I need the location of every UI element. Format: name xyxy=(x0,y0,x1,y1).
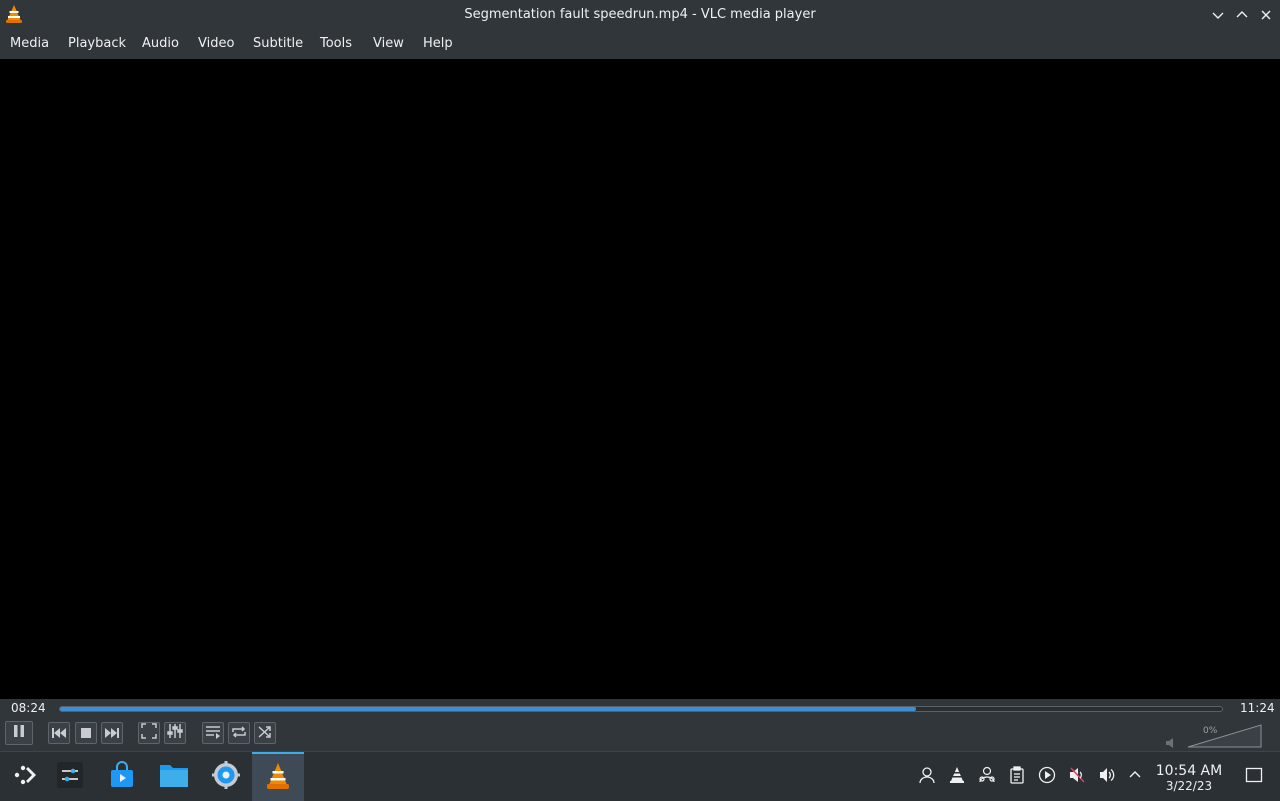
extended-settings-icon xyxy=(167,723,183,743)
menu-audio[interactable]: Audio xyxy=(142,29,179,59)
vlc-tray-icon[interactable] xyxy=(946,764,968,786)
volume-control[interactable]: 0% xyxy=(1165,723,1265,749)
taskbar-vlc[interactable] xyxy=(252,752,304,801)
file-manager-icon xyxy=(159,761,189,793)
minimize-icon[interactable] xyxy=(1208,5,1228,25)
stop-icon xyxy=(80,724,92,743)
expand-tray-icon[interactable] xyxy=(1124,764,1146,786)
player-controls: 08:24 11:24 xyxy=(0,699,1280,751)
maximize-icon[interactable] xyxy=(1232,5,1252,25)
fullscreen-icon xyxy=(141,723,157,743)
playlist-icon xyxy=(205,724,221,743)
clock-date[interactable]: 3/22/23 xyxy=(1150,779,1228,793)
next-icon xyxy=(104,724,120,743)
shuffle-button[interactable] xyxy=(254,722,276,744)
taskbar-file-manager[interactable] xyxy=(148,752,200,801)
volume-icon[interactable] xyxy=(1096,764,1118,786)
stop-button[interactable] xyxy=(75,722,97,744)
loop-button[interactable] xyxy=(228,722,250,744)
taskbar-settings-panel[interactable] xyxy=(44,752,96,801)
extended-settings-button[interactable] xyxy=(164,722,186,744)
close-icon[interactable] xyxy=(1256,5,1276,25)
menu-media[interactable]: Media xyxy=(10,29,49,59)
media-player-icon[interactable] xyxy=(1036,764,1058,786)
playlist-button[interactable] xyxy=(202,722,224,744)
pause-icon xyxy=(11,723,27,743)
menu-video[interactable]: Video xyxy=(198,29,234,59)
vlc-icon xyxy=(265,762,291,794)
accounts-icon[interactable] xyxy=(976,764,998,786)
settings-panel-icon xyxy=(56,761,84,793)
user-icon[interactable] xyxy=(916,764,938,786)
clipboard-icon[interactable] xyxy=(1006,764,1028,786)
loop-icon xyxy=(231,724,247,743)
menu-playback[interactable]: Playback xyxy=(68,29,126,59)
volume-slider[interactable] xyxy=(1187,723,1263,749)
audio-muted-icon[interactable] xyxy=(1066,764,1088,786)
previous-icon xyxy=(51,724,67,743)
seek-progress xyxy=(60,707,917,711)
menu-help[interactable]: Help xyxy=(423,29,453,59)
pause-button[interactable] xyxy=(5,721,33,745)
title-bar: Segmentation fault speedrun.mp4 - VLC me… xyxy=(0,0,1280,29)
clock-time[interactable]: 10:54 AM xyxy=(1150,763,1228,779)
menu-tools[interactable]: Tools xyxy=(320,29,352,59)
fullscreen-button[interactable] xyxy=(138,722,160,744)
app-launcher-icon xyxy=(13,762,39,792)
menu-subtitle[interactable]: Subtitle xyxy=(253,29,303,59)
shuffle-icon xyxy=(257,724,273,743)
show-desktop-icon[interactable] xyxy=(1243,764,1265,786)
taskbar-system-settings[interactable] xyxy=(200,752,252,801)
elapsed-time[interactable]: 08:24 xyxy=(11,701,46,715)
seek-slider[interactable] xyxy=(59,706,1223,712)
video-area[interactable] xyxy=(0,59,1280,699)
system-settings-icon xyxy=(212,760,240,793)
taskbar xyxy=(0,751,1280,801)
menu-bar: Media Playback Audio Video Subtitle Tool… xyxy=(0,29,1280,60)
window-title: Segmentation fault speedrun.mp4 - VLC me… xyxy=(464,7,816,22)
next-button[interactable] xyxy=(101,722,123,744)
discover-store-icon xyxy=(108,760,136,793)
previous-button[interactable] xyxy=(48,722,70,744)
taskbar-discover-store[interactable] xyxy=(96,752,148,801)
menu-view[interactable]: View xyxy=(373,29,404,59)
total-time[interactable]: 11:24 xyxy=(1240,701,1275,715)
